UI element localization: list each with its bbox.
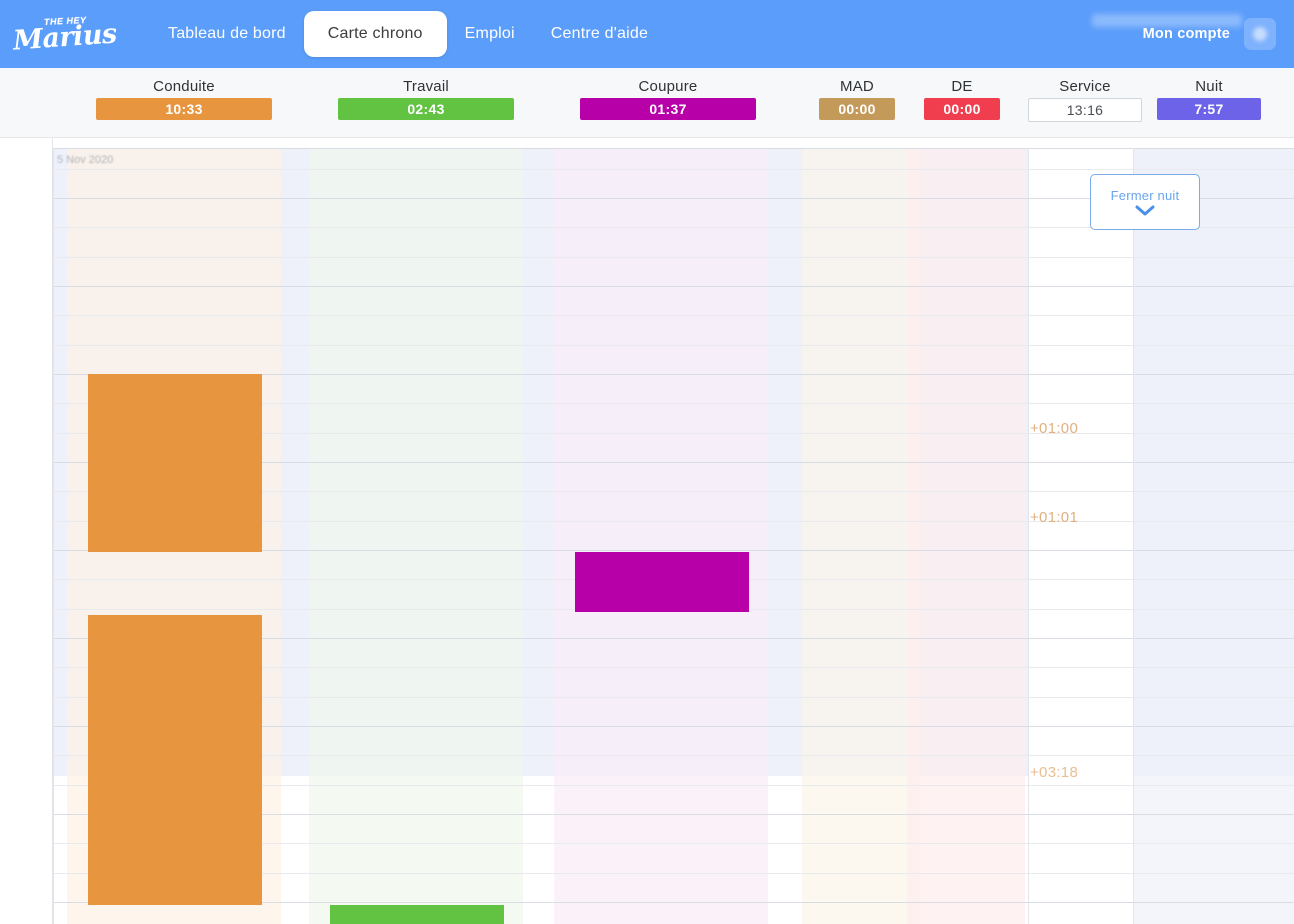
- column-divider: [1028, 148, 1029, 924]
- gridline: [0, 344, 1294, 346]
- nav-link-emploi[interactable]: Emploi: [447, 15, 533, 53]
- top-navigation-bar: THE HEY Marius Tableau de bord Carte chr…: [0, 0, 1294, 68]
- timeline-bar-travail[interactable]: [330, 905, 504, 924]
- stat-value: 7:57: [1157, 98, 1261, 120]
- timeline-bar-conduite[interactable]: [88, 615, 262, 905]
- main-nav-links: Tableau de bord Carte chrono Emploi Cent…: [150, 0, 666, 68]
- column-background-nuit: [1133, 148, 1294, 924]
- stat-label: Service: [1059, 78, 1111, 95]
- app-logo[interactable]: THE HEY Marius: [0, 0, 130, 68]
- gridline: [0, 168, 1294, 170]
- column-background-travail: [309, 148, 523, 924]
- stat-label: MAD: [840, 78, 874, 95]
- stat-value: 00:00: [924, 98, 1000, 120]
- column-background-coupure: [554, 148, 768, 924]
- stat-label: Conduite: [153, 78, 215, 95]
- gridline: [0, 315, 1294, 317]
- column-background-mad: [802, 148, 920, 924]
- plot-top-rule: [0, 148, 1294, 149]
- timeline-bar-conduite[interactable]: [88, 374, 262, 552]
- avatar[interactable]: [1244, 18, 1276, 50]
- nav-link-carte-chrono[interactable]: Carte chrono: [303, 11, 447, 57]
- stat-value: 00:00: [819, 98, 895, 120]
- stat-label: DE: [951, 78, 973, 95]
- stat-label: Coupure: [638, 78, 698, 95]
- stat-service: Service 13:16: [1028, 78, 1142, 122]
- chevron-down-icon: [1135, 205, 1155, 216]
- column-background-de: [907, 148, 1025, 924]
- column-divider: [53, 148, 54, 924]
- stat-mad: MAD 00:00: [819, 78, 895, 120]
- nav-link-centre-aide[interactable]: Centre d'aide: [533, 15, 666, 53]
- nav-link-tableau-de-bord[interactable]: Tableau de bord: [150, 15, 304, 53]
- stat-value: 10:33: [96, 98, 272, 120]
- stat-conduite: Conduite 10:33: [96, 78, 272, 120]
- account-zone: Mon compte: [1092, 0, 1286, 68]
- logo-marius-text: Marius: [12, 17, 118, 57]
- stat-label: Nuit: [1195, 78, 1223, 95]
- chrono-timeline-chart: 5 Nov 2020 Fermer nuit 00:0001:0002:0003…: [0, 138, 1294, 924]
- date-label: 5 Nov 2020: [57, 154, 114, 166]
- gridline: [0, 256, 1294, 258]
- hour-axis-gutter: [0, 138, 53, 924]
- stat-nuit: Nuit 7:57: [1157, 78, 1261, 120]
- stat-value: 02:43: [338, 98, 514, 120]
- column-divider: [1133, 148, 1134, 924]
- delta-annotation: +01:00: [1030, 420, 1079, 437]
- account-menu-label[interactable]: Mon compte: [1143, 26, 1230, 42]
- delta-annotation: +01:01: [1030, 509, 1079, 526]
- redacted-account-name: [1092, 14, 1242, 27]
- stat-de: DE 00:00: [924, 78, 1000, 120]
- stat-label: Travail: [403, 78, 449, 95]
- summary-stats-bar: Conduite 10:33 Travail 02:43 Coupure 01:37 MAD…: [0, 68, 1294, 138]
- stat-coupure: Coupure 01:37: [580, 78, 756, 120]
- stat-value: 13:16: [1028, 98, 1142, 122]
- stat-travail: Travail 02:43: [338, 78, 514, 120]
- fermer-nuit-label: Fermer nuit: [1110, 188, 1180, 203]
- timeline-bar-coupure[interactable]: [575, 552, 749, 612]
- fermer-nuit-button[interactable]: Fermer nuit: [1090, 174, 1200, 230]
- gridline: [0, 286, 1294, 287]
- stat-value: 01:37: [580, 98, 756, 120]
- delta-annotation: +03:18: [1030, 764, 1079, 781]
